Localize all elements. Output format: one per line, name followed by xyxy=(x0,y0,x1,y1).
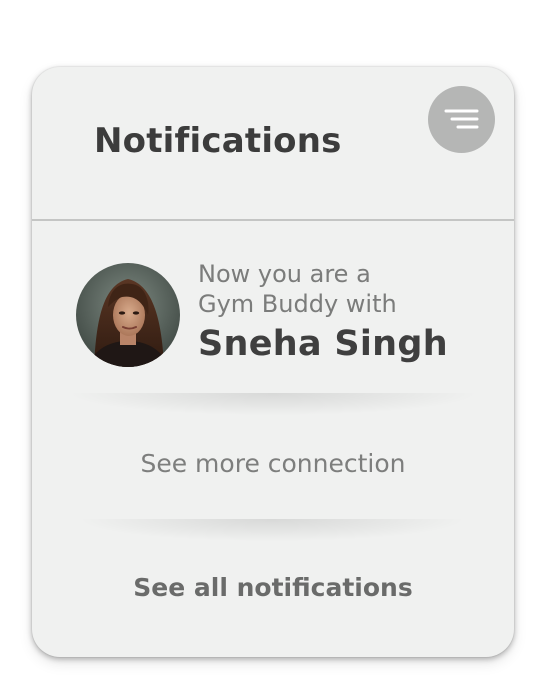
notification-message-line-1: Now you are a xyxy=(198,260,371,288)
buddy-name[interactable]: Sneha Singh xyxy=(198,322,448,366)
notification-item[interactable]: Now you are a Gym Buddy with Sneha Singh xyxy=(32,221,514,396)
card-title: Notifications xyxy=(94,121,342,161)
user-photo xyxy=(76,263,180,367)
notification-message-line-2: Gym Buddy with xyxy=(198,290,397,318)
section-divider xyxy=(72,393,474,415)
section-divider xyxy=(82,519,462,541)
notifications-card: Notifications Now you are a Gym Buddy wi… xyxy=(32,67,514,657)
menu-button[interactable] xyxy=(428,86,495,153)
see-all-notifications-link[interactable]: See all notifications xyxy=(32,571,514,605)
see-more-connection-link[interactable]: See more connection xyxy=(32,447,514,481)
menu-lines-icon xyxy=(444,109,479,129)
avatar[interactable] xyxy=(76,263,180,367)
